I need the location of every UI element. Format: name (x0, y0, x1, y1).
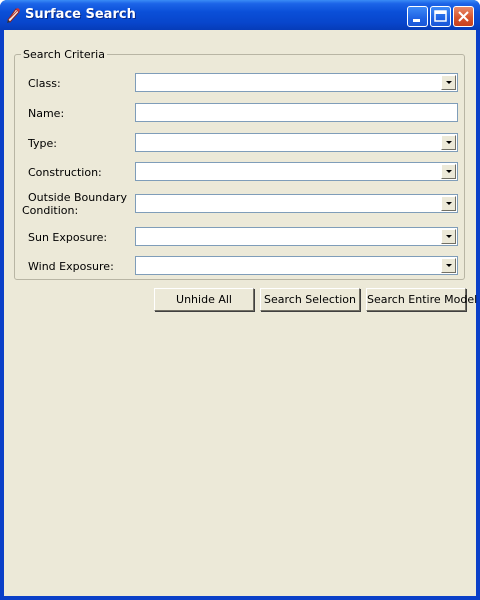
pencil-icon (5, 7, 21, 23)
name-label: Name: (28, 107, 65, 120)
search-criteria-legend: Search Criteria (21, 48, 107, 61)
search-selection-button[interactable]: Search Selection (260, 288, 360, 311)
minimize-button[interactable] (407, 6, 428, 27)
window-title: Surface Search (25, 7, 136, 22)
close-button[interactable] (453, 6, 474, 27)
chevron-down-icon[interactable] (441, 75, 456, 90)
class-label: Class: (28, 77, 61, 90)
unhide-all-button[interactable]: Unhide All (154, 288, 254, 311)
sun-exposure-label: Sun Exposure: (28, 231, 108, 244)
maximize-button[interactable] (430, 6, 451, 27)
construction-label: Construction: (28, 166, 102, 179)
construction-combobox[interactable] (135, 162, 458, 181)
outside-boundary-label-line2: Condition: (22, 204, 79, 217)
search-criteria-group: Search Criteria Class: Name: Type: Const… (14, 48, 465, 280)
chevron-down-icon[interactable] (441, 229, 456, 244)
search-entire-model-button[interactable]: Search Entire Model (366, 288, 477, 311)
title-bar[interactable]: Surface Search (0, 0, 480, 30)
surface-search-window: Surface Search Search Criteria Class: Na… (0, 0, 480, 600)
wind-exposure-combobox[interactable] (135, 256, 458, 275)
class-combobox[interactable] (135, 73, 458, 92)
chevron-down-icon[interactable] (441, 258, 456, 273)
outside-boundary-condition-combobox[interactable] (135, 194, 458, 213)
minimize-icon (413, 19, 420, 22)
maximize-icon (434, 10, 447, 22)
type-combobox[interactable] (135, 133, 458, 152)
name-input[interactable] (135, 103, 458, 122)
chevron-down-icon[interactable] (441, 196, 456, 211)
chevron-down-icon[interactable] (441, 135, 456, 150)
chevron-down-icon[interactable] (441, 164, 456, 179)
type-label: Type: (28, 137, 57, 150)
dialog-client-area: Search Criteria Class: Name: Type: Const… (4, 30, 477, 596)
sun-exposure-combobox[interactable] (135, 227, 458, 246)
close-icon (458, 11, 469, 22)
outside-boundary-label-line1: Outside Boundary (28, 191, 127, 204)
wind-exposure-label: Wind Exposure: (28, 260, 114, 273)
